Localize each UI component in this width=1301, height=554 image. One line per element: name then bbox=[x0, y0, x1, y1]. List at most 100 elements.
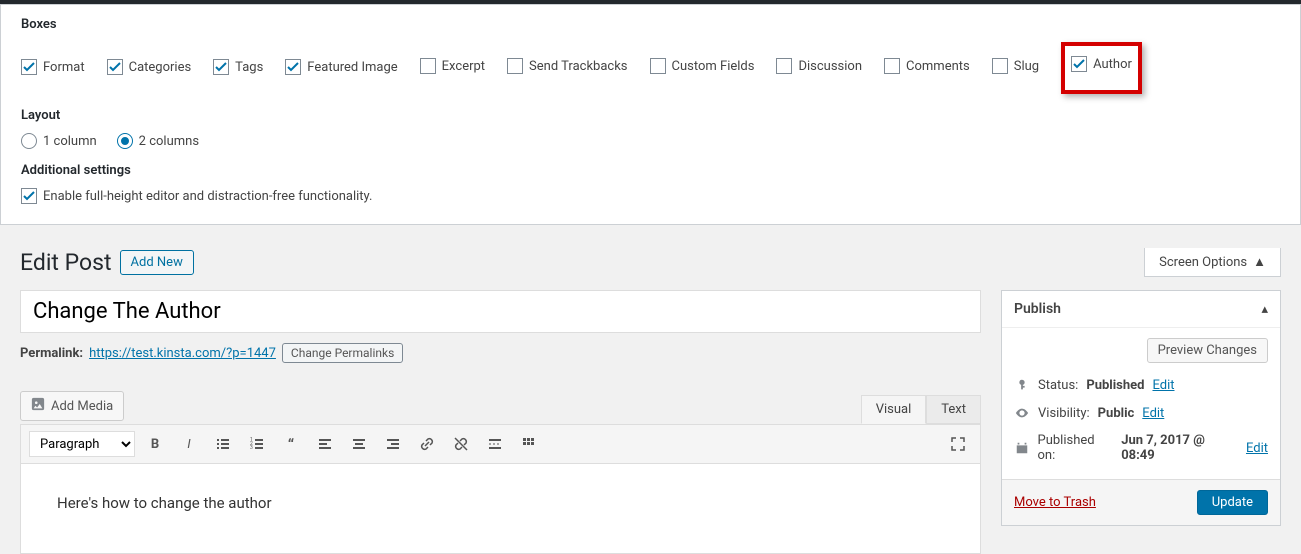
align-left-icon[interactable] bbox=[311, 431, 339, 457]
add-new-button[interactable]: Add New bbox=[120, 250, 194, 275]
radio-label: 1 column bbox=[43, 134, 97, 149]
quote-icon[interactable]: “ bbox=[277, 431, 305, 457]
bullet-list-icon[interactable] bbox=[209, 431, 237, 457]
published-edit-link[interactable]: Edit bbox=[1246, 441, 1268, 456]
content-wrap: Screen Options ▲ Edit Post Add New Perma… bbox=[0, 249, 1301, 554]
checkbox-excerpt[interactable]: Excerpt bbox=[420, 58, 485, 74]
checkbox-slug[interactable]: Slug bbox=[992, 58, 1039, 74]
radio-label: 2 columns bbox=[139, 134, 199, 149]
paragraph-dropdown[interactable]: Paragraph bbox=[29, 431, 135, 457]
checkbox-discussion[interactable]: Discussion bbox=[776, 58, 862, 74]
checkbox-box bbox=[420, 58, 436, 74]
checkbox-format[interactable]: Format bbox=[21, 59, 85, 75]
publish-header[interactable]: Publish ▴ bbox=[1002, 291, 1280, 328]
checkbox-box bbox=[650, 58, 666, 74]
main-column: Permalink: https://test.kinsta.com/?p=14… bbox=[20, 290, 981, 554]
checkbox-box bbox=[776, 58, 792, 74]
status-label: Status: bbox=[1038, 378, 1078, 393]
published-value: Jun 7, 2017 @ 08:49 bbox=[1121, 433, 1238, 463]
permalink-link[interactable]: https://test.kinsta.com/?p=1447 bbox=[89, 346, 276, 361]
publish-footer: Move to Trash Update bbox=[1002, 479, 1280, 525]
radio-circle bbox=[21, 133, 37, 149]
checkbox-fullheight[interactable]: Enable full-height editor and distractio… bbox=[21, 188, 372, 204]
checkbox-custom-fields[interactable]: Custom Fields bbox=[650, 58, 755, 74]
fullscreen-icon[interactable] bbox=[944, 431, 972, 457]
checkbox-label: Custom Fields bbox=[672, 59, 755, 74]
unlink-icon[interactable] bbox=[447, 431, 475, 457]
permalink-row: Permalink: https://test.kinsta.com/?p=14… bbox=[20, 343, 981, 363]
checkbox-box bbox=[21, 59, 37, 75]
italic-icon[interactable]: I bbox=[175, 431, 203, 457]
side-column: Publish ▴ Preview Changes Status: Publis… bbox=[1001, 290, 1281, 546]
checkbox-label: Format bbox=[43, 60, 85, 75]
checkbox-label: Send Trackbacks bbox=[529, 59, 627, 74]
checkbox-label: Author bbox=[1093, 57, 1132, 72]
eye-icon bbox=[1014, 405, 1030, 421]
status-row: Status: Published Edit bbox=[1014, 371, 1268, 399]
read-more-icon[interactable] bbox=[481, 431, 509, 457]
media-icon bbox=[31, 397, 45, 415]
editor-tabs: Visual Text bbox=[20, 395, 981, 424]
checkbox-trackbacks[interactable]: Send Trackbacks bbox=[507, 58, 627, 74]
screen-options-panel: Boxes Format Categories Tags Featured Image… bbox=[0, 4, 1301, 225]
radio-circle bbox=[117, 133, 133, 149]
checkbox-label: Enable full-height editor and distractio… bbox=[43, 189, 372, 204]
toolbar-toggle-icon[interactable] bbox=[515, 431, 543, 457]
checkbox-tags[interactable]: Tags bbox=[213, 59, 263, 75]
key-icon bbox=[1014, 377, 1030, 393]
align-right-icon[interactable] bbox=[379, 431, 407, 457]
visibility-edit-link[interactable]: Edit bbox=[1142, 406, 1164, 421]
page-header: Edit Post Add New bbox=[20, 249, 1281, 276]
layout-row: 1 column 2 columns bbox=[21, 133, 1280, 149]
visibility-label: Visibility: bbox=[1038, 406, 1090, 421]
post-title-input[interactable] bbox=[20, 290, 981, 333]
checkbox-label: Slug bbox=[1014, 59, 1039, 74]
link-icon[interactable] bbox=[413, 431, 441, 457]
svg-text:3: 3 bbox=[250, 445, 253, 451]
checkbox-box bbox=[21, 188, 37, 204]
page-title: Edit Post bbox=[20, 249, 112, 276]
checkbox-author[interactable]: Author bbox=[1071, 56, 1132, 72]
checkbox-featured-image[interactable]: Featured Image bbox=[285, 59, 397, 75]
calendar-icon bbox=[1014, 440, 1030, 456]
permalink-label: Permalink: bbox=[20, 346, 83, 361]
align-center-icon[interactable] bbox=[345, 431, 373, 457]
boxes-heading: Boxes bbox=[21, 17, 1280, 32]
editor-body[interactable]: Here's how to change the author bbox=[20, 464, 981, 554]
publish-heading: Publish bbox=[1014, 301, 1061, 317]
add-media-button[interactable]: Add Media bbox=[20, 391, 124, 421]
layout-heading: Layout bbox=[21, 108, 1280, 123]
visibility-row: Visibility: Public Edit bbox=[1014, 399, 1268, 427]
change-permalinks-button[interactable]: Change Permalinks bbox=[282, 343, 403, 363]
tab-visual[interactable]: Visual bbox=[861, 395, 927, 424]
publish-box: Publish ▴ Preview Changes Status: Publis… bbox=[1001, 290, 1281, 526]
screen-options-tab-wrap: Screen Options ▲ bbox=[1144, 248, 1281, 277]
number-list-icon[interactable]: 123 bbox=[243, 431, 271, 457]
additional-heading: Additional settings bbox=[21, 163, 1280, 178]
checkbox-categories[interactable]: Categories bbox=[107, 59, 192, 75]
checkbox-label: Discussion bbox=[798, 59, 862, 74]
bold-icon[interactable]: B bbox=[141, 431, 169, 457]
checkbox-box bbox=[285, 59, 301, 75]
tab-text[interactable]: Text bbox=[926, 395, 981, 424]
published-row: Published on: Jun 7, 2017 @ 08:49 Edit bbox=[1014, 427, 1268, 469]
move-to-trash-link[interactable]: Move to Trash bbox=[1014, 495, 1096, 510]
screen-options-label: Screen Options bbox=[1159, 255, 1247, 270]
radio-col2[interactable]: 2 columns bbox=[117, 133, 199, 149]
editor-text: Here's how to change the author bbox=[57, 494, 272, 512]
checkbox-label: Excerpt bbox=[442, 59, 485, 74]
screen-options-toggle[interactable]: Screen Options ▲ bbox=[1144, 248, 1281, 277]
radio-col1[interactable]: 1 column bbox=[21, 133, 97, 149]
checkbox-box bbox=[213, 59, 229, 75]
triangle-up-icon: ▴ bbox=[1261, 302, 1268, 317]
checkbox-box bbox=[884, 58, 900, 74]
checkbox-comments[interactable]: Comments bbox=[884, 58, 970, 74]
boxes-row: Format Categories Tags Featured Image Excerp… bbox=[21, 42, 1280, 94]
update-button[interactable]: Update bbox=[1197, 490, 1268, 515]
preview-changes-button[interactable]: Preview Changes bbox=[1147, 338, 1268, 363]
checkbox-label: Featured Image bbox=[307, 60, 397, 75]
status-edit-link[interactable]: Edit bbox=[1152, 378, 1174, 393]
published-label: Published on: bbox=[1038, 433, 1114, 463]
add-media-label: Add Media bbox=[51, 399, 113, 414]
checkbox-label: Tags bbox=[235, 60, 263, 75]
